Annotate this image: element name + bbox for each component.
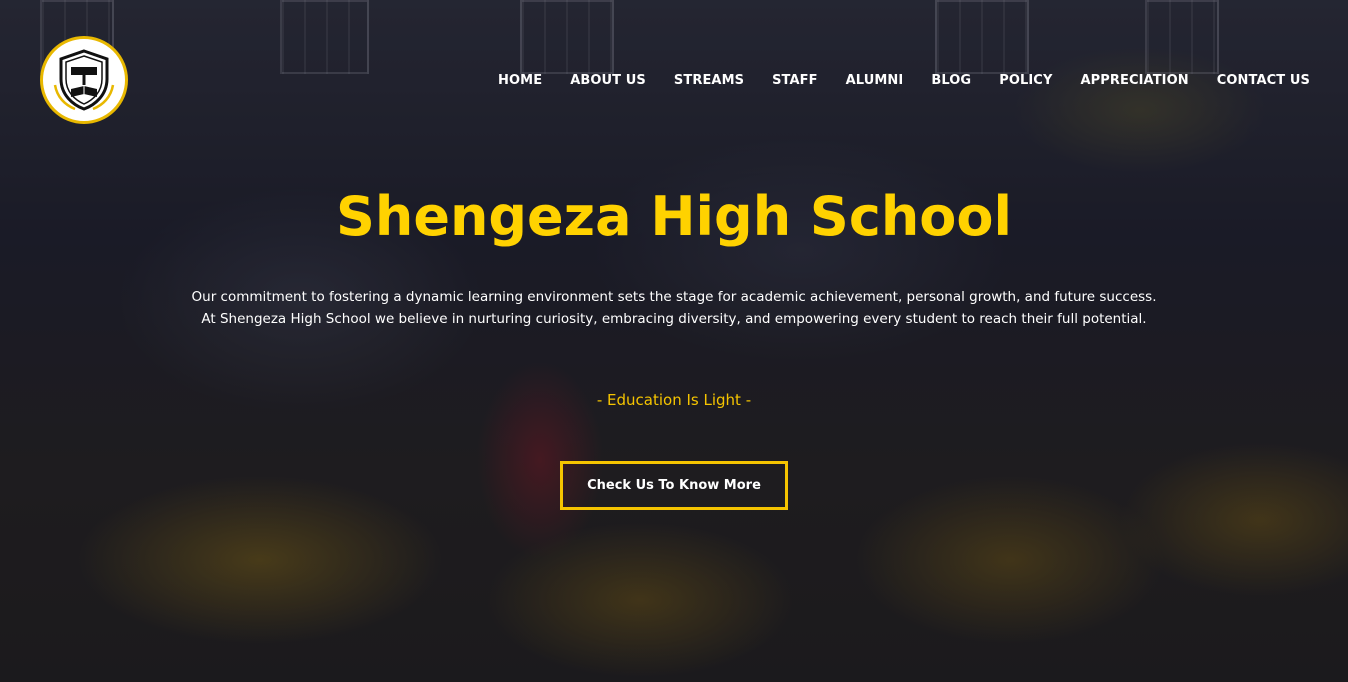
know-more-button[interactable]: Check Us To Know More [560, 461, 788, 510]
hero-title: Shengeza High School [335, 185, 1012, 248]
school-crest-icon [53, 49, 115, 111]
nav-contact-us[interactable]: CONTACT US [1217, 72, 1310, 90]
nav-staff[interactable]: STAFF [772, 72, 818, 90]
school-logo[interactable] [40, 36, 128, 124]
hero-description-line: Our commitment to fostering a dynamic le… [191, 289, 1157, 305]
nav-policy[interactable]: POLICY [999, 72, 1052, 90]
nav-appreciation[interactable]: APPRECIATION [1080, 72, 1188, 90]
hero-section: HOME ABOUT US STREAMS STAFF ALUMNI BLOG … [0, 0, 1348, 682]
hero-description-line: At Shengeza High School we believe in nu… [201, 311, 1147, 327]
nav-home[interactable]: HOME [498, 72, 542, 90]
school-motto: - Education Is Light - [596, 391, 752, 409]
main-navigation: HOME ABOUT US STREAMS STAFF ALUMNI BLOG … [470, 72, 1310, 90]
nav-about-us[interactable]: ABOUT US [570, 72, 646, 90]
nav-blog[interactable]: BLOG [931, 72, 971, 90]
hero-overlay [0, 0, 1348, 682]
nav-alumni[interactable]: ALUMNI [846, 72, 904, 90]
hero-description: Our commitment to fostering a dynamic le… [0, 286, 1348, 330]
nav-streams[interactable]: STREAMS [674, 72, 744, 90]
